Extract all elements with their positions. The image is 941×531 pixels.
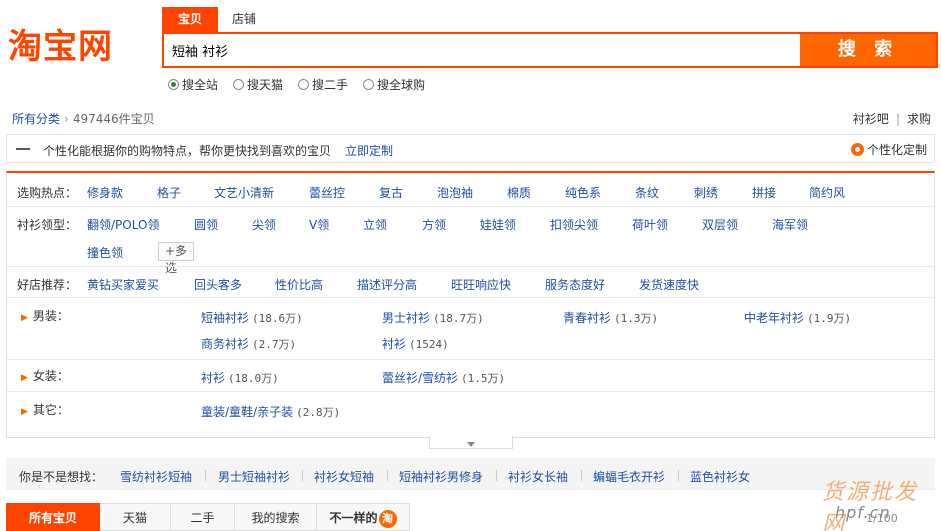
- link-wanted[interactable]: 求购: [907, 112, 931, 126]
- breadcrumb: 所有分类 › 497446件宝贝: [12, 110, 155, 127]
- triangle-right-icon: ▶: [21, 407, 28, 417]
- category-other[interactable]: ▶ 其它：: [21, 401, 69, 418]
- expand-filters-button[interactable]: [429, 436, 513, 449]
- suggestions-title: 你是不是想找：: [19, 470, 104, 484]
- category-item[interactable]: 衬衫 (1524): [382, 335, 449, 352]
- scope-all[interactable]: 搜全站: [168, 76, 218, 93]
- filter-option[interactable]: 文艺小清新: [214, 184, 274, 201]
- filter-option[interactable]: 棉质: [507, 184, 531, 201]
- triangle-right-icon: ▶: [21, 373, 28, 383]
- radio-icon[interactable]: [298, 79, 310, 90]
- breadcrumb-all-categories[interactable]: 所有分类: [12, 112, 60, 126]
- filter-option[interactable]: 性价比高: [275, 276, 323, 293]
- filter-option[interactable]: 刺绣: [694, 184, 718, 201]
- filter-option[interactable]: 泡泡袖: [437, 184, 473, 201]
- personalize-button[interactable]: 个性化定制: [850, 141, 927, 158]
- filter-option[interactable]: 扣领尖领: [550, 216, 598, 233]
- filter-option[interactable]: 立领: [363, 216, 387, 233]
- radio-checked-icon[interactable]: [168, 79, 179, 90]
- filter-option[interactable]: 双层领: [702, 216, 738, 233]
- filter-option[interactable]: 蕾丝控: [309, 184, 345, 201]
- filter-option[interactable]: 服务态度好: [545, 276, 605, 293]
- filter-label: 好店推荐：: [17, 278, 78, 292]
- filter-option[interactable]: 黄钻买家爱买: [87, 276, 159, 293]
- tab-secondhand[interactable]: 二手: [171, 503, 235, 531]
- filter-option[interactable]: 撞色领: [87, 244, 123, 261]
- search-scope: 搜全站 搜天猫 搜二手 搜全球购: [168, 76, 440, 93]
- scope-tmall[interactable]: 搜天猫: [233, 76, 283, 93]
- suggestion-link[interactable]: 蝙蝠毛衣开衫: [593, 468, 665, 485]
- tab-all-items[interactable]: 所有宝贝: [6, 503, 100, 531]
- radio-icon[interactable]: [233, 79, 245, 90]
- chevron-right-icon: ›: [64, 112, 69, 126]
- search-input[interactable]: [166, 34, 796, 66]
- suggestions-bar: 你是不是想找： 雪纺衬衫短袖 男士短袖衬衫 衬衫女短袖 短袖衬衫男修身 衬衫女长…: [6, 458, 935, 490]
- filter-option[interactable]: 描述评分高: [357, 276, 417, 293]
- category-item[interactable]: 短袖衬衫 (18.6万): [201, 309, 303, 326]
- category-item[interactable]: 青春衬衫 (1.3万): [563, 309, 658, 326]
- suggestion-link[interactable]: 衬衫女长袖: [508, 468, 568, 485]
- top-links: 衬衫吧 | 求购: [852, 112, 931, 126]
- filter-option[interactable]: 荷叶领: [632, 216, 668, 233]
- personalization-text: 个性化能根据你的购物特点，帮你更快找到喜欢的宝贝: [43, 144, 332, 158]
- filter-option[interactable]: 娃娃领: [480, 216, 516, 233]
- triangle-right-icon: ▶: [21, 313, 28, 323]
- radio-icon[interactable]: [363, 79, 375, 90]
- filter-option[interactable]: 修身款: [87, 184, 123, 201]
- multi-select-button[interactable]: +多选: [158, 242, 195, 275]
- filter-option[interactable]: 简约风: [809, 184, 845, 201]
- chevron-down-icon: [467, 442, 475, 447]
- category-item[interactable]: 童装/童鞋/亲子装 (2.8万): [201, 403, 340, 420]
- category-item[interactable]: 商务衬衫 (2.7万): [201, 335, 296, 352]
- filter-option[interactable]: 复古: [379, 184, 403, 201]
- filter-option[interactable]: 尖领: [252, 216, 276, 233]
- filter-option[interactable]: 回头客多: [194, 276, 242, 293]
- scope-secondhand[interactable]: 搜二手: [298, 76, 348, 93]
- filter-option[interactable]: 格子: [157, 184, 181, 201]
- category-item[interactable]: 男士衬衫 (18.7万): [382, 309, 484, 326]
- suggestion-link[interactable]: 男士短袖衬衫: [218, 468, 290, 485]
- scope-global[interactable]: 搜全球购: [363, 76, 425, 93]
- filter-option[interactable]: V领: [309, 216, 329, 233]
- collapse-icon[interactable]: [16, 148, 30, 150]
- filter-option[interactable]: 纯色系: [565, 184, 601, 201]
- filter-label: 选购热点：: [17, 186, 78, 200]
- taobao-logo[interactable]: 淘宝网: [8, 27, 113, 67]
- category-men[interactable]: ▶ 男装：: [21, 307, 69, 324]
- category-women[interactable]: ▶ 女装：: [21, 367, 69, 384]
- filter-option[interactable]: 海军领: [772, 216, 808, 233]
- suggestion-link[interactable]: 雪纺衬衫短袖: [120, 468, 192, 485]
- suggestion-link[interactable]: 衬衫女短袖: [314, 468, 374, 485]
- category-item[interactable]: 衬衫 (18.0万): [201, 369, 279, 386]
- tab-my-search[interactable]: 我的搜索: [235, 503, 317, 531]
- filter-option[interactable]: 方领: [422, 216, 446, 233]
- search-button[interactable]: 搜 索: [800, 34, 936, 66]
- tab-tmall[interactable]: 天猫: [100, 503, 171, 531]
- suggestion-link[interactable]: 蓝色衬衫女: [690, 468, 750, 485]
- filter-option[interactable]: 条纹: [635, 184, 659, 201]
- tao-badge: 淘: [378, 509, 397, 528]
- category-item[interactable]: 蕾丝衫/雪纺衫 (1.5万): [382, 369, 505, 386]
- filter-option[interactable]: 旺旺响应快: [451, 276, 511, 293]
- suggestion-link[interactable]: 短袖衬衫男修身: [399, 468, 483, 485]
- filter-option[interactable]: 圆领: [194, 216, 218, 233]
- gear-icon: [850, 143, 864, 156]
- page-indicator: 1/100: [866, 512, 898, 525]
- filter-option[interactable]: 拼接: [752, 184, 776, 201]
- customize-now-link[interactable]: 立即定制: [345, 142, 393, 159]
- tab-shops[interactable]: 店铺: [222, 7, 266, 32]
- result-count: 497446件宝贝: [72, 112, 155, 126]
- result-tabs: 所有宝贝 天猫 二手 我的搜索 不一样的淘: [6, 503, 410, 531]
- tab-items[interactable]: 宝贝: [162, 7, 218, 32]
- search-box: 搜 索: [162, 32, 938, 68]
- filter-option[interactable]: 发货速度快: [639, 276, 699, 293]
- category-item[interactable]: 中老年衬衫 (1.9万): [744, 309, 851, 326]
- filter-option[interactable]: 翻领/POLO领: [87, 216, 159, 233]
- link-shirt-forum[interactable]: 衬衫吧: [853, 112, 889, 126]
- tab-different-taobao[interactable]: 不一样的淘: [317, 503, 410, 531]
- filter-panel: 选购热点： 修身款 格子 文艺小清新 蕾丝控 复古 泡泡袖 棉质 纯色系 条纹 …: [6, 171, 935, 438]
- filter-label: 衬衫领型：: [17, 218, 78, 232]
- personalization-bar: 个性化能根据你的购物特点，帮你更快找到喜欢的宝贝 立即定制 个性化定制: [6, 134, 935, 163]
